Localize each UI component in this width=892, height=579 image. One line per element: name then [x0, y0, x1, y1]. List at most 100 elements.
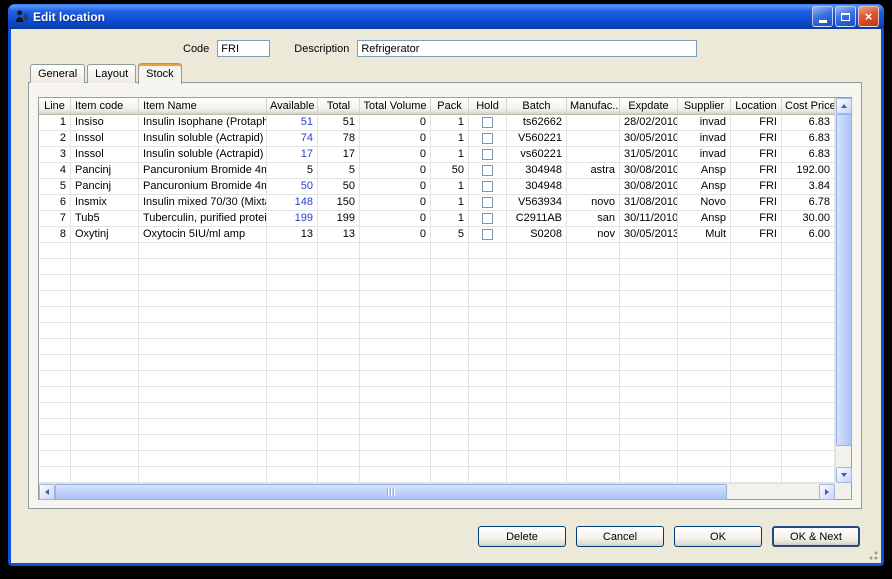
titlebar[interactable]: Edit location ×	[8, 4, 884, 29]
edit-location-window: Edit location × Code Description General…	[8, 4, 884, 566]
table-row[interactable]: 1InsisoInsulin Isophane (Protapha515101t…	[39, 115, 835, 131]
horizontal-scroll-track[interactable]	[55, 484, 819, 499]
cell-manufacturer	[567, 179, 620, 194]
column-header-hold[interactable]: Hold	[469, 98, 507, 114]
cell-expdate	[620, 403, 678, 418]
cell-location	[731, 355, 782, 370]
column-header-manufacturer[interactable]: Manufac...	[567, 98, 620, 114]
hold-checkbox[interactable]	[482, 213, 493, 224]
cell-pack	[431, 403, 469, 418]
table-row[interactable]: 6InsmixInsulin mixed 70/30 (Mixta1481500…	[39, 195, 835, 211]
ok-button[interactable]: OK	[674, 526, 762, 547]
scroll-right-button[interactable]	[819, 484, 835, 500]
scroll-down-button[interactable]	[836, 467, 852, 483]
cell-location: FRI	[731, 195, 782, 210]
stock-table: LineItem codeItem NameAvailableTotalTota…	[38, 97, 852, 500]
cell-available	[267, 307, 318, 322]
cell-line	[39, 291, 71, 306]
cell-available: 199	[267, 211, 318, 226]
cell-manufacturer: nov	[567, 227, 620, 242]
table-row[interactable]: 3InssolInsulin soluble (Actrapid) 117170…	[39, 147, 835, 163]
vertical-scroll-track[interactable]	[836, 114, 851, 467]
cell-batch	[507, 259, 567, 274]
cell-item-code: Inssol	[71, 131, 139, 146]
cell-manufacturer: san	[567, 211, 620, 226]
horizontal-scroll-thumb[interactable]	[55, 484, 727, 500]
hold-checkbox[interactable]	[482, 197, 493, 208]
table-row[interactable]: 2InssolInsulin soluble (Actrapid) 174780…	[39, 131, 835, 147]
cell-item-name	[139, 243, 267, 258]
cell-hold	[469, 307, 507, 322]
column-header-supplier[interactable]: Supplier	[678, 98, 731, 114]
table-row[interactable]: 5PancinjPancuronium Bromide 4mg505001304…	[39, 179, 835, 195]
cell-total	[318, 403, 360, 418]
cell-total	[318, 323, 360, 338]
column-header-expdate[interactable]: Expdate	[620, 98, 678, 114]
hold-checkbox[interactable]	[482, 133, 493, 144]
column-header-total[interactable]: Total	[318, 98, 360, 114]
hold-checkbox[interactable]	[482, 165, 493, 176]
cell-available: 51	[267, 115, 318, 130]
cell-batch	[507, 435, 567, 450]
cell-manufacturer: novo	[567, 195, 620, 210]
hold-checkbox[interactable]	[482, 229, 493, 240]
table-row[interactable]: 7Tub5Tuberculin, purified protein1991990…	[39, 211, 835, 227]
cell-line: 3	[39, 147, 71, 162]
description-input[interactable]	[357, 40, 697, 57]
column-header-cost-price[interactable]: Cost Price	[782, 98, 835, 114]
ok-next-button[interactable]: OK & Next	[772, 526, 860, 547]
close-button[interactable]: ×	[858, 6, 879, 27]
cell-supplier: Ansp	[678, 179, 731, 194]
scroll-up-button[interactable]	[836, 98, 852, 114]
location-form: Code Description	[11, 40, 697, 57]
cell-batch	[507, 371, 567, 386]
hold-checkbox[interactable]	[482, 117, 493, 128]
minimize-button[interactable]	[812, 6, 833, 27]
cell-available	[267, 339, 318, 354]
column-header-line[interactable]: Line	[39, 98, 71, 114]
column-header-batch[interactable]: Batch	[507, 98, 567, 114]
code-input[interactable]	[217, 40, 270, 57]
maximize-button[interactable]	[835, 6, 856, 27]
column-header-item-code[interactable]: Item code	[71, 98, 139, 114]
cell-pack	[431, 435, 469, 450]
tab-general[interactable]: General	[30, 64, 85, 83]
table-row[interactable]: 8OxytinjOxytocin 5IU/ml amp131305S0208no…	[39, 227, 835, 243]
column-header-available[interactable]: Available	[267, 98, 318, 114]
column-header-total-volume[interactable]: Total Volume	[360, 98, 431, 114]
cell-expdate: 31/05/2010	[620, 147, 678, 162]
table-row[interactable]: 4PancinjPancuronium Bromide 4mg550503049…	[39, 163, 835, 179]
cancel-button[interactable]: Cancel	[576, 526, 664, 547]
column-header-location[interactable]: Location	[731, 98, 782, 114]
vertical-scroll-thumb[interactable]	[836, 114, 852, 446]
cell-batch	[507, 339, 567, 354]
vertical-scrollbar[interactable]	[835, 98, 851, 483]
cell-pack: 1	[431, 179, 469, 194]
cell-available	[267, 323, 318, 338]
cell-supplier: invad	[678, 147, 731, 162]
hold-checkbox[interactable]	[482, 149, 493, 160]
cell-batch	[507, 355, 567, 370]
cell-pack: 1	[431, 147, 469, 162]
cell-line: 1	[39, 115, 71, 130]
cell-cost-price: 6.83	[782, 147, 835, 162]
scrollbar-corner	[835, 483, 851, 499]
cell-cost-price: 6.00	[782, 227, 835, 242]
scroll-left-button[interactable]	[39, 484, 55, 500]
column-header-pack[interactable]: Pack	[431, 98, 469, 114]
cell-line	[39, 371, 71, 386]
delete-button[interactable]: Delete	[478, 526, 566, 547]
hold-checkbox[interactable]	[482, 181, 493, 192]
column-header-item-name[interactable]: Item Name	[139, 98, 267, 114]
tab-layout[interactable]: Layout	[87, 64, 136, 83]
cell-cost-price	[782, 403, 835, 418]
cell-total	[318, 291, 360, 306]
cell-location: FRI	[731, 115, 782, 130]
resize-grip[interactable]	[866, 548, 879, 561]
stock-tab-panel: LineItem codeItem NameAvailableTotalTota…	[28, 82, 862, 509]
cell-item-code	[71, 371, 139, 386]
horizontal-scrollbar[interactable]	[39, 483, 835, 499]
cell-expdate: 30/08/2010	[620, 163, 678, 178]
cell-cost-price	[782, 467, 835, 482]
tab-stock[interactable]: Stock	[138, 63, 182, 84]
